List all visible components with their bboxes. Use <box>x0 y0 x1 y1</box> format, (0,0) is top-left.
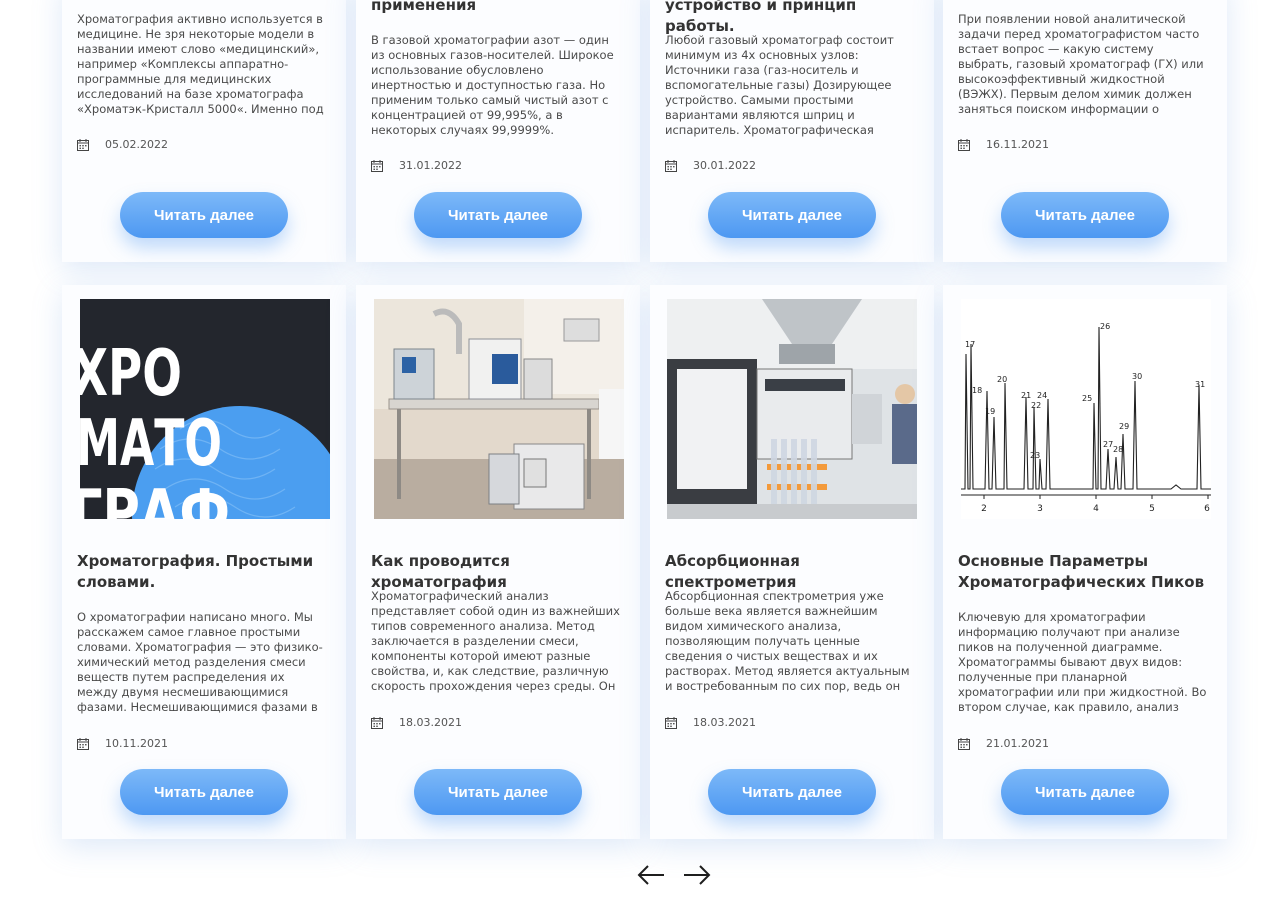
axis-tick-label: 3 <box>1037 504 1043 514</box>
calendar-icon <box>665 716 677 729</box>
article-excerpt: Любой газовый хроматограф состоит миниму… <box>665 33 894 137</box>
calendar-icon <box>371 159 383 172</box>
read-more-button[interactable]: Читать далее <box>414 192 582 238</box>
article-title[interactable]: Абсорбционная спектрометрия <box>665 551 920 593</box>
thumb-line-2: МАТО <box>80 407 222 481</box>
calendar-icon <box>77 138 89 151</box>
article-card: Как проводится хроматография Хроматограф… <box>356 285 640 839</box>
peak-label: 21 <box>1021 391 1031 400</box>
peak-label: 27 <box>1103 440 1113 449</box>
article-card: применения В газовой хроматографии азот … <box>356 0 640 262</box>
axis-tick-label: 5 <box>1149 504 1155 514</box>
calendar-icon <box>371 716 383 729</box>
arrow-right-icon[interactable] <box>682 862 712 888</box>
article-card: 17 18 19 20 21 22 23 24 25 26 27 28 29 3… <box>943 285 1227 839</box>
article-excerpt: В газовой хроматографии азот — один из о… <box>371 33 614 137</box>
article-date-row: 05.02.2022 <box>77 138 168 151</box>
peak-label: 29 <box>1119 422 1129 431</box>
pagination <box>636 862 712 888</box>
chromatogram-image: 17 18 19 20 21 22 23 24 25 26 27 28 29 3… <box>961 299 1211 519</box>
peak-label: 18 <box>972 386 982 395</box>
arrow-left-icon[interactable] <box>636 862 666 888</box>
lab-equipment-photo <box>374 299 624 519</box>
peak-label: 22 <box>1031 401 1041 410</box>
article-title[interactable]: Основные Параметры Хроматографических Пи… <box>958 551 1213 593</box>
peak-label: 24 <box>1037 391 1047 400</box>
article-card: ХРО МАТО ГРАФ Хроматография. Простыми сл… <box>62 285 346 839</box>
article-date: 10.11.2021 <box>105 737 168 750</box>
article-date-row: 30.01.2022 <box>665 159 756 172</box>
article-date: 18.03.2021 <box>399 716 462 729</box>
axis-tick-label: 2 <box>981 504 987 514</box>
article-date: 05.02.2022 <box>105 138 168 151</box>
thumb-line-3: ГРАФ <box>80 477 230 519</box>
peak-label: 23 <box>1030 451 1040 460</box>
article-excerpt: О хроматографии написано много. Мы расск… <box>77 610 323 714</box>
article-excerpt: Хроматографический анализ представляет с… <box>371 589 620 693</box>
article-date: 31.01.2022 <box>399 159 462 172</box>
article-card: При появлении новой аналитической задачи… <box>943 0 1227 262</box>
article-title[interactable]: Хроматография. Простыми словами. <box>77 551 332 593</box>
read-more-button[interactable]: Читать далее <box>1001 192 1169 238</box>
axis-tick-label: 4 <box>1093 504 1099 514</box>
article-date-row: 18.03.2021 <box>371 716 462 729</box>
peak-label: 20 <box>997 375 1007 384</box>
article-excerpt: Абсорбционная спектрометрия уже больше в… <box>665 589 910 693</box>
read-more-button[interactable]: Читать далее <box>414 769 582 815</box>
article-date: 18.03.2021 <box>693 716 756 729</box>
article-title[interactable]: устройство и принцип работы. <box>665 0 920 37</box>
article-date: 30.01.2022 <box>693 159 756 172</box>
peak-label: 30 <box>1132 372 1142 381</box>
read-more-button[interactable]: Читать далее <box>1001 769 1169 815</box>
article-date-row: 10.11.2021 <box>77 737 168 750</box>
article-card: устройство и принцип работы. Любой газов… <box>650 0 934 262</box>
article-date: 21.01.2021 <box>986 737 1049 750</box>
calendar-icon <box>77 737 89 750</box>
read-more-button[interactable]: Читать далее <box>708 192 876 238</box>
peak-label: 25 <box>1082 394 1092 403</box>
read-more-button[interactable]: Читать далее <box>120 769 288 815</box>
article-title[interactable]: Как проводится хроматография <box>371 551 626 593</box>
read-more-button[interactable]: Читать далее <box>708 769 876 815</box>
article-excerpt: Ключевую для хроматографии информацию по… <box>958 610 1207 714</box>
chromatography-typography-image: ХРО МАТО ГРАФ <box>80 299 330 519</box>
article-date-row: 31.01.2022 <box>371 159 462 172</box>
article-card: Хроматография активно используется в мед… <box>62 0 346 262</box>
article-thumbnail[interactable]: ХРО МАТО ГРАФ <box>80 299 330 519</box>
peak-label: 31 <box>1195 380 1205 389</box>
article-thumbnail[interactable] <box>374 299 624 519</box>
calendar-icon <box>958 138 970 151</box>
article-excerpt: При появлении новой аналитической задачи… <box>958 12 1204 116</box>
peak-label: 17 <box>965 340 975 349</box>
article-title[interactable]: применения <box>371 0 626 16</box>
article-date: 16.11.2021 <box>986 138 1049 151</box>
thumb-line-1: ХРО <box>80 337 182 411</box>
calendar-icon <box>958 737 970 750</box>
peak-label: 26 <box>1100 322 1110 331</box>
peak-label: 28 <box>1113 445 1123 454</box>
article-date-row: 16.11.2021 <box>958 138 1049 151</box>
spectrometer-lab-photo <box>667 299 917 519</box>
article-date-row: 18.03.2021 <box>665 716 756 729</box>
article-excerpt: Хроматография активно используется в мед… <box>77 12 324 116</box>
calendar-icon <box>665 159 677 172</box>
article-thumbnail[interactable]: 17 18 19 20 21 22 23 24 25 26 27 28 29 3… <box>961 299 1211 519</box>
peak-label: 19 <box>985 407 995 416</box>
axis-tick-label: 6 <box>1204 504 1210 514</box>
article-card: Абсорбционная спектрометрия Абсорбционна… <box>650 285 934 839</box>
article-thumbnail[interactable] <box>667 299 917 519</box>
article-date-row: 21.01.2021 <box>958 737 1049 750</box>
read-more-button[interactable]: Читать далее <box>120 192 288 238</box>
